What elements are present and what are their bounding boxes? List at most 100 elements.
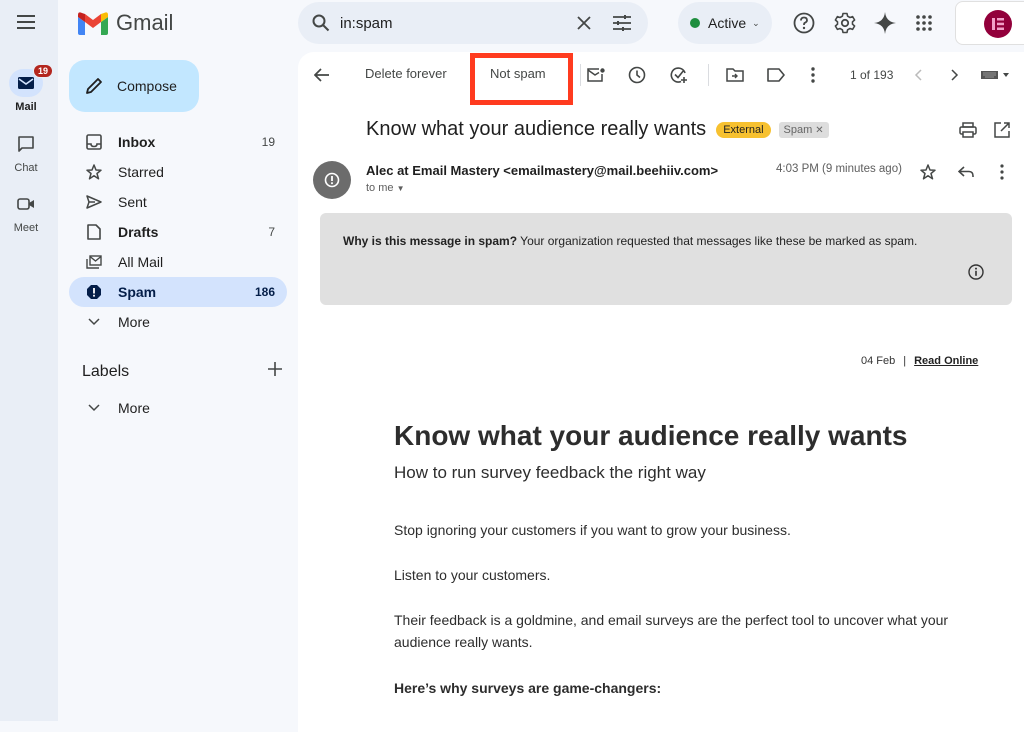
spam-icon	[87, 285, 101, 299]
folder-nav: Inbox 19 Starred Sent Drafts 7 All Mail …	[69, 127, 287, 337]
rail-item-mail[interactable]: 19 Mail	[0, 64, 53, 113]
search-input[interactable]	[340, 14, 558, 32]
star-icon	[86, 164, 102, 180]
chevron-left-icon	[914, 69, 922, 81]
reply-button[interactable]	[954, 160, 978, 184]
nav-label: Starred	[118, 164, 164, 180]
gear-icon	[834, 12, 856, 34]
sender-name[interactable]: Alec at Email Mastery <emailmastery@mail…	[366, 163, 718, 178]
nav-item-starred[interactable]: Starred	[69, 157, 287, 187]
nav-item-inbox[interactable]: Inbox 19	[69, 127, 287, 157]
mail-unread-badge: 19	[32, 64, 53, 78]
rail-item-meet[interactable]: Meet	[0, 190, 52, 234]
labels-header: Labels	[82, 362, 282, 381]
email-section-heading: Here’s why surveys are game-changers:	[394, 680, 662, 696]
help-icon	[793, 12, 815, 34]
message-timestamp: 4:03 PM (9 minutes ago)	[776, 163, 902, 175]
message-subject: Know what your audience really wants	[366, 118, 707, 140]
email-title: Know what your audience really wants	[394, 420, 908, 451]
app-rail: 19 Mail Chat Meet	[0, 0, 58, 721]
sender-avatar[interactable]	[313, 161, 351, 199]
send-icon	[86, 195, 102, 209]
older-button[interactable]	[943, 63, 967, 87]
star-button[interactable]	[916, 160, 940, 184]
subject-line: Know what your audience really wants Ext…	[366, 118, 829, 141]
move-to-button[interactable]	[723, 63, 747, 87]
main-menu-button[interactable]	[14, 12, 38, 32]
search-icon[interactable]	[312, 14, 330, 32]
create-label-button[interactable]	[268, 362, 282, 381]
label-icon	[767, 68, 785, 82]
chevron-down-icon	[88, 318, 100, 326]
video-icon	[17, 198, 34, 210]
add-to-tasks-button[interactable]	[667, 63, 691, 87]
nav-item-all-mail[interactable]: All Mail	[69, 247, 287, 277]
folder-move-icon	[726, 68, 744, 82]
chat-icon	[18, 136, 34, 152]
clear-search-button[interactable]	[572, 11, 596, 35]
open-in-new-window-button[interactable]	[990, 118, 1014, 142]
labels-button[interactable]	[764, 63, 788, 87]
print-button[interactable]	[956, 118, 980, 142]
gmail-m-icon	[78, 11, 108, 35]
nav-item-drafts[interactable]: Drafts 7	[69, 217, 287, 247]
labels-more: More	[69, 393, 287, 423]
nav-label: Spam	[118, 284, 157, 300]
nav-item-more[interactable]: More	[69, 307, 287, 337]
compose-button[interactable]: Compose	[69, 60, 199, 112]
inbox-icon	[86, 134, 102, 150]
pagination-label: 1 of 193	[850, 68, 894, 82]
mark-unread-button[interactable]	[584, 63, 608, 87]
remove-spam-label-button[interactable]: ✕	[815, 125, 823, 136]
rail-label-chat: Chat	[14, 162, 38, 174]
status-selector[interactable]: Active ⌄	[678, 2, 772, 44]
warning-icon	[324, 172, 340, 188]
email-dateline: 04 Feb | Read Online	[861, 355, 978, 367]
nav-item-sent[interactable]: Sent	[69, 187, 287, 217]
nav-label: Inbox	[118, 134, 156, 150]
newer-button[interactable]	[906, 63, 930, 87]
delete-forever-button[interactable]: Delete forever	[365, 66, 447, 81]
input-tools-button[interactable]	[978, 63, 1014, 87]
email-date: 04 Feb	[861, 355, 896, 367]
gemini-button[interactable]	[873, 11, 897, 35]
spam-tag-label: Spam	[783, 123, 813, 136]
back-button[interactable]	[310, 63, 334, 87]
snooze-button[interactable]	[625, 63, 649, 87]
rail-item-chat[interactable]: Chat	[0, 130, 52, 174]
hamburger-menu-icon	[17, 15, 35, 29]
rail-label-meet: Meet	[13, 222, 39, 234]
not-spam-highlight-box	[470, 53, 573, 105]
all-mail-icon	[86, 255, 102, 269]
spam-warning-reason: Your organization requested that message…	[517, 234, 918, 248]
rail-label-mail: Mail	[15, 101, 37, 113]
apps-button[interactable]	[912, 11, 936, 35]
spam-warning-banner: Why is this message in spam? Your organi…	[320, 213, 1012, 305]
add-task-icon	[670, 67, 687, 83]
email-paragraph: Stop ignoring your customers if you want…	[394, 522, 791, 538]
avatar[interactable]	[984, 10, 1012, 38]
pencil-icon	[86, 78, 102, 94]
settings-button[interactable]	[833, 11, 857, 35]
gmail-logo[interactable]: Gmail	[78, 10, 173, 36]
message-more-button[interactable]	[990, 160, 1014, 184]
recipients-toggle[interactable]: to me ▼	[366, 182, 405, 194]
more-actions-button[interactable]	[801, 63, 825, 87]
spam-warning-text: Why is this message in spam? Your organi…	[343, 234, 917, 248]
plus-icon	[268, 362, 282, 376]
search-bar[interactable]	[298, 2, 648, 44]
nav-item-spam[interactable]: Spam 186	[69, 277, 287, 307]
clock-icon	[628, 66, 646, 84]
account-area[interactable]	[955, 1, 1024, 45]
spam-info-button[interactable]	[968, 264, 984, 285]
arrow-left-icon	[314, 68, 329, 82]
read-online-link[interactable]: Read Online	[914, 355, 978, 367]
sparkle-icon	[874, 12, 896, 34]
labels-more-button[interactable]: More	[69, 393, 287, 423]
support-button[interactable]	[792, 11, 816, 35]
message-view: Delete forever Not spam 1 of 193 Know wh…	[298, 52, 1024, 732]
caret-down-icon: ▼	[396, 184, 405, 193]
labels-title: Labels	[82, 362, 130, 380]
search-options-button[interactable]	[610, 11, 634, 35]
more-vert-icon	[811, 67, 815, 83]
